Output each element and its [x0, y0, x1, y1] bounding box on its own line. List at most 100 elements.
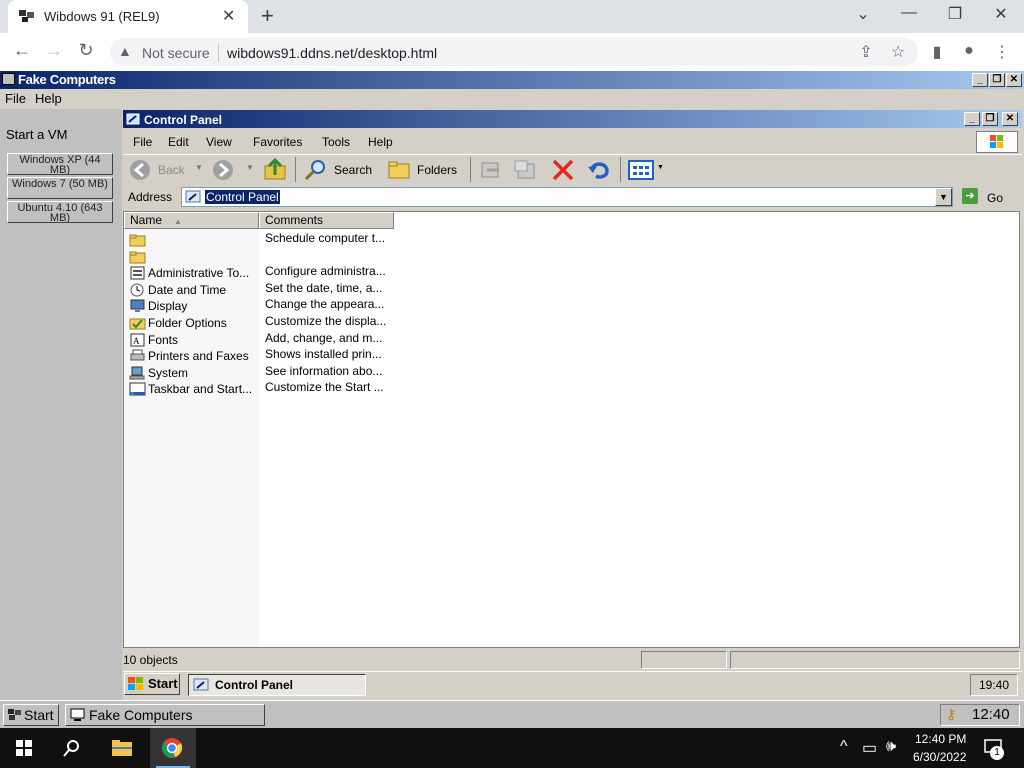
row-name[interactable]: System: [148, 366, 188, 380]
row-name[interactable]: Taskbar and Start...: [148, 382, 252, 396]
cp-menu-edit[interactable]: Edit: [168, 135, 189, 149]
close-icon[interactable]: ✕: [981, 4, 1021, 24]
tab-search-icon[interactable]: ⌄: [843, 4, 883, 24]
copy-to-icon[interactable]: [513, 158, 539, 182]
inner-task-control-panel[interactable]: Control Panel: [188, 674, 366, 696]
forward-icon[interactable]: →: [42, 40, 66, 61]
restore-icon[interactable]: ❐: [935, 4, 975, 24]
w10-clock-date[interactable]: 6/30/2022: [913, 750, 966, 764]
row-name[interactable]: Administrative To...: [148, 266, 249, 280]
back-arrow-icon[interactable]: [128, 158, 154, 182]
row-comment: Configure administra...: [265, 264, 386, 278]
fc-menubar: [0, 89, 1024, 109]
row-comment: See information abo...: [265, 364, 383, 378]
forward-arrow-icon[interactable]: [211, 158, 237, 182]
status-cell: [730, 651, 1020, 669]
row-name[interactable]: Fonts: [148, 333, 178, 347]
folder-icon: [129, 251, 146, 264]
outer-task-label: Fake Computers: [89, 707, 193, 723]
cp-menu-tools[interactable]: Tools: [322, 135, 350, 149]
outer-start-label: Start: [24, 707, 54, 723]
url-separator: [218, 44, 219, 62]
w10-chrome-icon[interactable]: [161, 737, 183, 759]
column-header-comments[interactable]: Comments: [259, 212, 394, 229]
windows-flag-icon: [128, 677, 143, 690]
share-icon[interactable]: ⇪: [855, 42, 877, 62]
address-dropdown-icon[interactable]: ▼: [935, 188, 952, 206]
minimize-icon[interactable]: —: [889, 4, 929, 22]
fc-menu-help[interactable]: Help: [35, 91, 62, 106]
reload-icon[interactable]: ↻: [74, 40, 98, 61]
search-label[interactable]: Search: [334, 163, 372, 177]
printers-icon: [130, 349, 145, 361]
up-folder-icon[interactable]: [263, 157, 289, 181]
profile-icon[interactable]: ●: [958, 42, 980, 60]
forward-dropdown-icon[interactable]: ▼: [246, 163, 254, 172]
w10-tray-chevron-icon[interactable]: ^: [840, 738, 848, 756]
sort-ascending-icon: ▲: [174, 217, 182, 226]
tab-title: Wibdows 91 (REL9): [44, 9, 160, 24]
control-panel-task-icon: [193, 678, 209, 691]
fc-menu-file[interactable]: File: [5, 91, 26, 106]
tray-key-icon[interactable]: ⚷: [946, 706, 956, 723]
display-icon: [130, 299, 145, 312]
fonts-icon: A: [130, 333, 145, 347]
cp-menu-view[interactable]: View: [206, 135, 232, 149]
w10-clock-time[interactable]: 12:40 PM: [915, 732, 966, 746]
back-icon[interactable]: ←: [10, 40, 34, 61]
fc-maximize-icon[interactable]: ❐: [989, 73, 1005, 87]
inner-start-label: Start: [148, 676, 178, 691]
fc-close-icon[interactable]: ✕: [1006, 73, 1022, 87]
tab-close-icon[interactable]: ✕: [222, 6, 235, 26]
back-dropdown-icon[interactable]: ▼: [195, 163, 203, 172]
vm-button-windows-xp[interactable]: Windows XP (44 MB): [7, 153, 113, 175]
go-label[interactable]: Go: [987, 191, 1003, 205]
views-icon[interactable]: [628, 159, 656, 181]
search-icon[interactable]: [303, 158, 329, 182]
fake-computers-titlebar[interactable]: [0, 71, 1024, 89]
fc-minimize-icon[interactable]: _: [972, 73, 988, 87]
folder-options-icon: [129, 318, 146, 330]
folders-icon[interactable]: [387, 158, 413, 182]
cp-menu-help[interactable]: Help: [368, 135, 393, 149]
delete-x-icon[interactable]: [551, 158, 577, 182]
menu-kebab-icon[interactable]: ⋮: [991, 42, 1013, 62]
bookmark-star-icon[interactable]: ☆: [887, 42, 909, 62]
row-comment: Add, change, and m...: [265, 331, 383, 345]
new-tab-icon[interactable]: +: [261, 3, 274, 29]
move-to-icon[interactable]: [479, 158, 505, 182]
column-header-name[interactable]: Name ▲: [124, 212, 259, 229]
control-panel-titlebar[interactable]: [123, 110, 1022, 128]
cp-minimize-icon[interactable]: _: [964, 112, 980, 126]
not-secure-label[interactable]: Not secure: [142, 45, 210, 61]
go-arrow-icon[interactable]: ➔: [962, 188, 978, 204]
cp-close-icon[interactable]: ✕: [1002, 112, 1018, 126]
address-value[interactable]: Control Panel: [205, 190, 280, 204]
back-label[interactable]: Back: [158, 163, 185, 177]
row-name[interactable]: Display: [148, 299, 187, 313]
w10-search-icon[interactable]: [63, 739, 81, 757]
warning-icon[interactable]: ▲: [118, 43, 132, 59]
url-text[interactable]: wibdows91.ddns.net/desktop.html: [227, 45, 437, 61]
cp-menu-favorites[interactable]: Favorites: [253, 135, 302, 149]
w10-file-explorer-icon[interactable]: [111, 739, 133, 757]
inner-clock: 19:40: [970, 674, 1018, 696]
vm-button-windows-7[interactable]: Windows 7 (50 MB): [7, 177, 113, 199]
cp-menu-file[interactable]: File: [133, 135, 152, 149]
row-name[interactable]: Folder Options: [148, 316, 227, 330]
w10-start-icon[interactable]: [16, 740, 32, 756]
row-comment: Shows installed prin...: [265, 347, 382, 361]
undo-icon[interactable]: [587, 158, 613, 182]
views-dropdown-icon[interactable]: ▼: [657, 164, 664, 171]
outer-task-fake-computers[interactable]: Fake Computers: [65, 704, 265, 726]
w10-network-icon[interactable]: ▭: [862, 738, 877, 758]
row-name[interactable]: Printers and Faxes: [148, 349, 249, 363]
side-panel-icon[interactable]: ▮: [926, 42, 948, 62]
start-logo-icon: [8, 709, 21, 720]
row-name[interactable]: Date and Time: [148, 283, 226, 297]
cp-maximize-icon[interactable]: ❐: [982, 112, 998, 126]
vm-button-ubuntu[interactable]: Ubuntu 4.10 (643 MB): [7, 201, 113, 223]
address-field[interactable]: [181, 187, 953, 207]
w10-volume-icon[interactable]: 🕪: [886, 738, 896, 756]
folders-label[interactable]: Folders: [417, 163, 457, 177]
